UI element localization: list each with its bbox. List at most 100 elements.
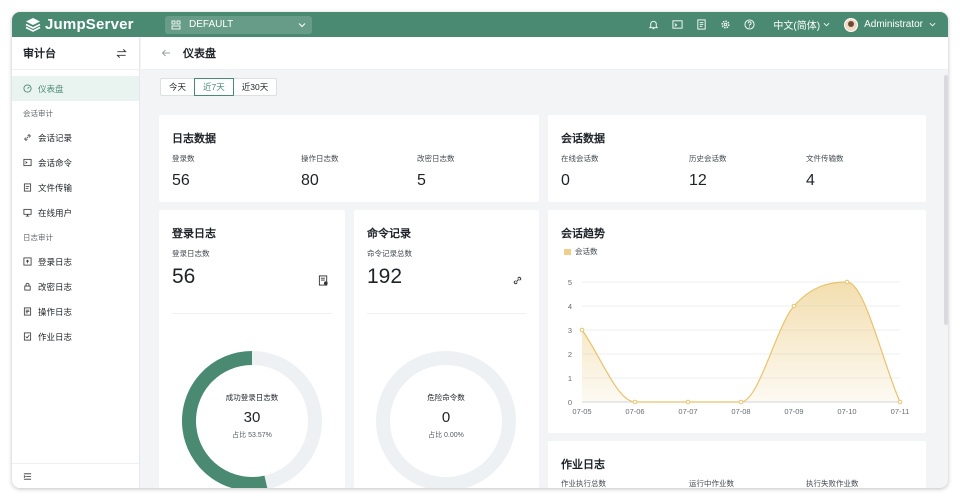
chevron-down-icon: [823, 22, 830, 27]
command-gauge-text: 危险命令数 0 占比 0.00%: [376, 392, 516, 440]
sidebar-title: 审计台: [23, 48, 56, 60]
switch-view-icon[interactable]: [116, 48, 127, 59]
gauge-value: 0: [441, 409, 451, 426]
command-log-label: 命令记录总数: [367, 249, 412, 258]
x-tick-label: 07-06: [625, 407, 644, 416]
language-label: 中文(简体): [773, 21, 821, 32]
login-log-card: 登录日志 登录日志数 56 成功登录日志数 30 占比 53.57%: [159, 210, 345, 488]
stat-label: 文件传输数: [806, 154, 844, 163]
stat-history-sessions: 历史会话数 12: [689, 153, 727, 190]
tab-last-7-days[interactable]: 近7天: [194, 78, 234, 96]
x-tick-label: 07-07: [678, 407, 697, 416]
user-name: Administrator: [864, 19, 923, 30]
trend-point[interactable]: [738, 399, 744, 405]
terminal-icon[interactable]: [672, 19, 683, 30]
sidebar-item-password-change-log[interactable]: 改密日志: [12, 274, 139, 299]
x-tick-label: 07-05: [572, 407, 591, 416]
y-tick-label: 5: [568, 278, 572, 287]
help-icon[interactable]: [744, 19, 755, 30]
sidebar-item-dashboard[interactable]: 仪表盘: [12, 76, 139, 101]
trend-area: [582, 282, 900, 402]
sidebar-item-label: 会话记录: [38, 132, 73, 143]
stat-label: 操作日志数: [301, 154, 339, 163]
trend-point[interactable]: [632, 399, 638, 405]
tab-last-30-days[interactable]: 近30天: [232, 78, 278, 96]
main-content: 仪表盘 今天 近7天 近30天 日志数据 登录数 56 操作日志数 80 改密日…: [141, 37, 948, 488]
trend-point[interactable]: [844, 279, 850, 285]
sidebar-item-login-log[interactable]: 登录日志: [12, 249, 139, 274]
stat-value: 56: [172, 172, 190, 189]
top-bar: JumpServer DEFAULT 中文(简体) Administrator: [12, 12, 948, 37]
trend-point[interactable]: [579, 327, 585, 333]
sidebar: 审计台 仪表盘 会话审计 会话记录 会话命令 文件传输 在线用户 日志审计 登录…: [12, 37, 140, 488]
stat-value: 5: [417, 172, 426, 189]
session-data-card: 会话数据 在线会话数 0 历史会话数 12 文件传输数 4: [548, 115, 926, 202]
y-tick-label: 4: [568, 302, 572, 311]
page-title: 仪表盘: [183, 48, 216, 60]
stat-value: 4: [806, 172, 815, 189]
gauge-percent: 占比 53.57%: [232, 432, 272, 439]
sidebar-item-label: 操作日志: [38, 306, 73, 317]
sidebar-item-label: 在线用户: [38, 207, 73, 218]
avatar: [844, 17, 859, 32]
logo[interactable]: JumpServer: [25, 16, 155, 33]
sidebar-item-session-commands[interactable]: 会话命令: [12, 150, 139, 175]
link-icon: [24, 134, 31, 141]
sidebar-item-operation-log[interactable]: 操作日志: [12, 299, 139, 324]
lock-icon: [24, 283, 31, 291]
gear-icon[interactable]: [720, 19, 731, 30]
scrollbar[interactable]: [944, 75, 948, 325]
sidebar-item-file-transfer[interactable]: 文件传输: [12, 175, 139, 200]
card-title: 命令记录: [367, 228, 411, 240]
command-log-value: 192: [367, 265, 403, 288]
sidebar-item-label: 作业日志: [38, 331, 73, 342]
sidebar-item-online-users[interactable]: 在线用户: [12, 200, 139, 225]
link-icon: [513, 276, 522, 285]
top-actions: 中文(简体) Administrator: [635, 12, 948, 37]
sidebar-item-job-log[interactable]: 作业日志: [12, 324, 139, 349]
divider: [367, 313, 526, 314]
bell-icon[interactable]: [648, 19, 659, 30]
logo-icon: [25, 17, 41, 32]
stat-label: 改密日志数: [417, 154, 455, 163]
session-trend-chart: 0 1 2 3 4 5 07-05 07-06 07-07 07-08 07-09 07-10 07-1…: [568, 278, 910, 416]
log-document-icon: [318, 275, 328, 286]
y-tick-label: 0: [568, 398, 572, 407]
y-tick-label: 2: [568, 350, 572, 359]
stat-file-transfers: 文件传输数 4: [806, 153, 844, 190]
page-header: 仪表盘: [141, 37, 948, 70]
sidebar-item-label: 仪表盘: [38, 83, 64, 94]
org-select[interactable]: DEFAULT: [165, 15, 312, 34]
app-window: JumpServer DEFAULT 中文(简体) Administrator …: [12, 12, 948, 488]
trend-point[interactable]: [897, 399, 903, 405]
stat-value: 0: [561, 172, 570, 189]
back-arrow-icon[interactable]: [161, 48, 171, 58]
x-tick-label: 07-09: [784, 407, 803, 416]
trend-point[interactable]: [791, 303, 797, 309]
tab-today[interactable]: 今天: [160, 78, 196, 96]
stat-label: 历史会话数: [689, 154, 727, 163]
stat-failed-jobs: 执行失败作业数: [806, 478, 859, 488]
ticket-icon[interactable]: [696, 19, 707, 30]
x-tick-label: 07-08: [731, 407, 750, 416]
gauge-percent: 占比 0.00%: [428, 432, 464, 439]
stat-operation-log-count: 操作日志数 80: [301, 153, 339, 190]
sidebar-group-session: 会话审计: [23, 108, 53, 118]
stat-password-change-count: 改密日志数 5: [417, 153, 455, 190]
sidebar-collapse-toggle[interactable]: [12, 463, 139, 488]
chevron-down-icon: [298, 22, 306, 27]
user-menu[interactable]: Administrator: [844, 17, 936, 32]
language-select[interactable]: 中文(简体): [773, 17, 830, 32]
session-trend-card: 会话趋势 会话数 0 1 2 3 4 5 07-05 07-06 07-07 07-08 07-09…: [548, 210, 926, 433]
divider: [172, 313, 332, 314]
x-tick-label: 07-11: [891, 407, 910, 416]
login-log-value: 56: [172, 265, 196, 288]
card-title: 登录日志: [172, 228, 216, 240]
checklist-icon: [23, 332, 32, 341]
sidebar-item-session-records[interactable]: 会话记录: [12, 125, 139, 150]
stat-value: 80: [301, 172, 319, 189]
trend-point[interactable]: [685, 399, 691, 405]
gauge-label: 危险命令数: [427, 393, 465, 402]
sidebar-item-label: 会话命令: [38, 157, 73, 168]
sidebar-item-label: 登录日志: [38, 256, 73, 267]
